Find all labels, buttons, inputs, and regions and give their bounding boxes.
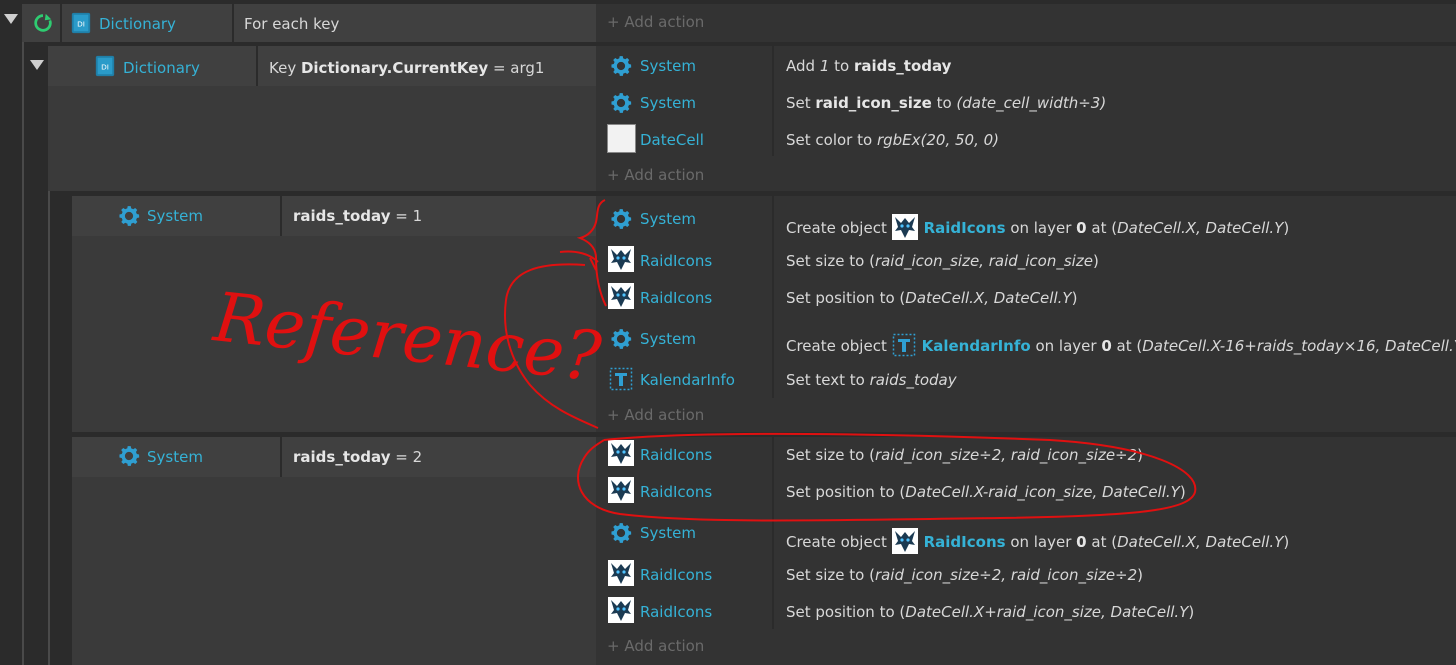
action-text[interactable]: Set text to raids_today: [786, 370, 957, 390]
dictionary-icon: [94, 55, 116, 77]
raidicons-icon: [608, 560, 634, 586]
sub2-object-name[interactable]: System: [147, 447, 203, 467]
action-text[interactable]: Create object RaidIcons on layer 0 at (D…: [786, 528, 1289, 554]
action-object[interactable]: RaidIcons: [640, 251, 712, 271]
sub1-object-name[interactable]: System: [147, 206, 203, 226]
action-object[interactable]: System: [640, 56, 696, 76]
gear-icon: [608, 206, 634, 232]
raidicons-icon: [608, 477, 634, 503]
action-object[interactable]: RaidIcons: [640, 482, 712, 502]
action-object[interactable]: RaidIcons: [640, 602, 712, 622]
action-object[interactable]: DateCell: [640, 130, 704, 150]
loop-actions-panel: [596, 4, 1456, 42]
raidicons-icon: [892, 214, 918, 240]
dictionary-icon: [70, 12, 92, 34]
add-action-link[interactable]: + Add action: [607, 12, 704, 32]
action-text[interactable]: Set position to (DateCell.X-raid_icon_si…: [786, 482, 1186, 502]
action-object[interactable]: System: [640, 93, 696, 113]
action-object[interactable]: RaidIcons: [640, 565, 712, 585]
action-object[interactable]: System: [640, 523, 696, 543]
gear-icon: [608, 520, 634, 546]
action-text[interactable]: Set raid_icon_size to (date_cell_width÷3…: [786, 93, 1106, 113]
raidicons-icon: [608, 440, 634, 466]
action-text[interactable]: Set size to (raid_icon_size÷2, raid_icon…: [786, 445, 1143, 465]
action-text[interactable]: Create object KalendarInfo on layer 0 at…: [786, 333, 1456, 357]
add-action-link[interactable]: + Add action: [607, 636, 704, 656]
chevron-down-icon: [30, 60, 44, 70]
loop-condition-text[interactable]: For each key: [244, 14, 339, 34]
datecell-swatch-icon: [607, 124, 636, 153]
loop-object-name[interactable]: Dictionary: [99, 14, 176, 34]
text-object-icon: [892, 333, 916, 357]
raidicons-icon: [892, 528, 918, 554]
action-text[interactable]: Set size to (raid_icon_size, raid_icon_s…: [786, 251, 1099, 271]
gear-icon: [608, 326, 634, 352]
raidicons-icon: [608, 597, 634, 623]
action-object[interactable]: System: [640, 209, 696, 229]
collapse-toggle-loop[interactable]: [4, 14, 18, 24]
loop-icon: [32, 12, 54, 34]
sub1-condition-text[interactable]: raids_today = 1: [293, 206, 422, 226]
action-object[interactable]: RaidIcons: [640, 445, 712, 465]
action-object[interactable]: KalendarInfo: [640, 370, 735, 390]
collapse-toggle-dict[interactable]: [30, 60, 44, 70]
text-object-icon: [609, 367, 633, 391]
chevron-down-icon: [4, 14, 18, 24]
dict-object-name[interactable]: Dictionary: [123, 58, 200, 78]
action-text[interactable]: Set size to (raid_icon_size÷2, raid_icon…: [786, 565, 1143, 585]
action-text[interactable]: Create object RaidIcons on layer 0 at (D…: [786, 214, 1289, 240]
add-action-link[interactable]: + Add action: [607, 165, 704, 185]
gear-icon: [608, 90, 634, 116]
gear-icon: [116, 443, 142, 469]
action-text[interactable]: Set position to (DateCell.X+raid_icon_si…: [786, 602, 1194, 622]
action-text[interactable]: Set position to (DateCell.X, DateCell.Y): [786, 288, 1077, 308]
add-action-link[interactable]: + Add action: [607, 405, 704, 425]
gear-icon: [608, 53, 634, 79]
action-object[interactable]: RaidIcons: [640, 288, 712, 308]
dict-actions-panel: [596, 46, 1456, 191]
raidicons-icon: [608, 283, 634, 309]
action-text[interactable]: Set color to rgbEx(20, 50, 0): [786, 130, 999, 150]
action-text[interactable]: Add 1 to raids_today: [786, 56, 951, 76]
action-object[interactable]: System: [640, 329, 696, 349]
sub2-condition-text[interactable]: raids_today = 2: [293, 447, 422, 467]
dict-condition-text[interactable]: Key Dictionary.CurrentKey = arg1: [269, 58, 544, 78]
raidicons-icon: [608, 246, 634, 272]
gear-icon: [116, 203, 142, 229]
